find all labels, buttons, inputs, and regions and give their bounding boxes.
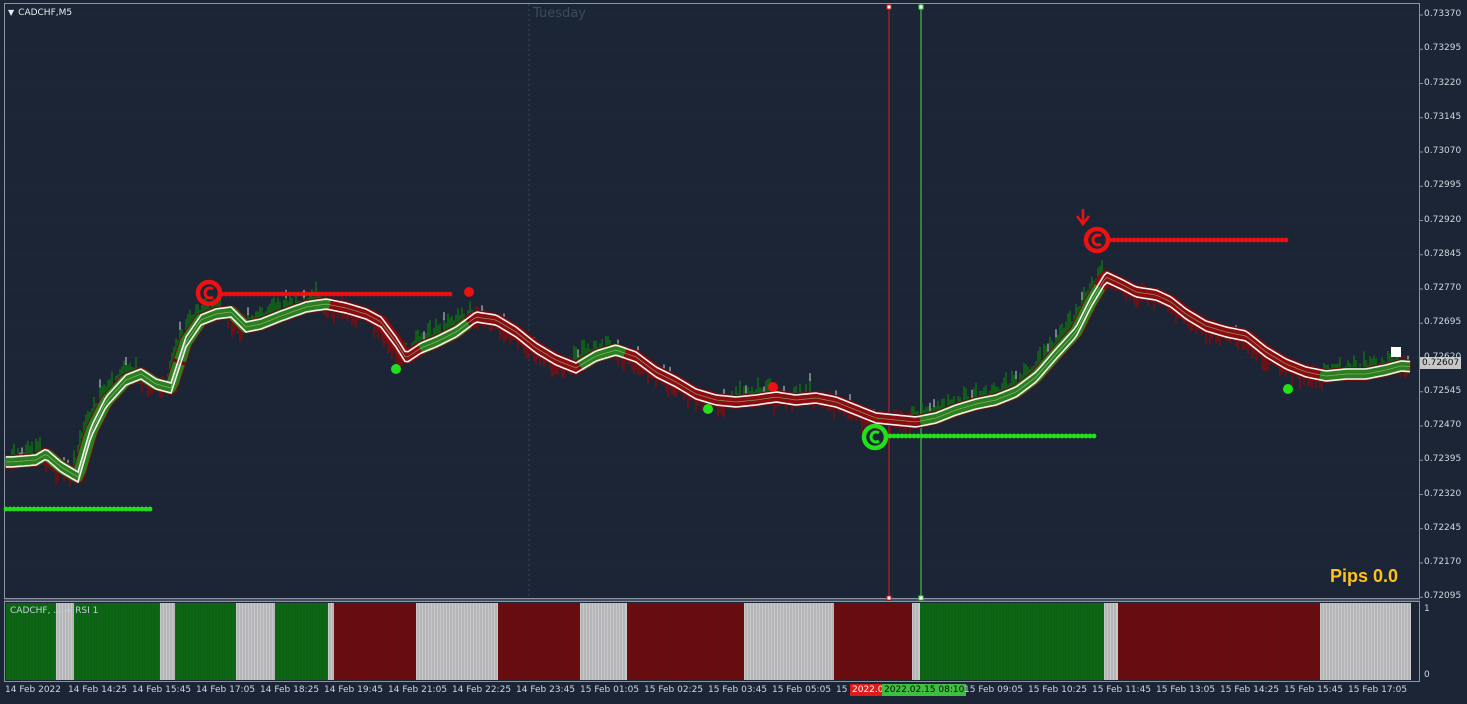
time-label: 15 Feb 01:05 (580, 685, 640, 695)
time-label: 15 Feb 11:45 (1092, 685, 1152, 695)
price-label: 0.72620 (1424, 351, 1462, 362)
rsi-histogram (6, 603, 1411, 680)
price-label: 0.72845 (1424, 248, 1462, 259)
price-label: 0.72320 (1424, 488, 1462, 499)
time-label: 14 Feb 2022 (5, 685, 62, 695)
dropdown-triangle-icon[interactable]: ▼ (8, 8, 14, 17)
histogram-block (920, 603, 1104, 680)
histogram-block (627, 603, 744, 680)
time-label: 15 Feb 02:25 (644, 685, 704, 695)
price-label: 0.73295 (1424, 43, 1462, 54)
cursor-handle-red-top (886, 4, 892, 10)
sell-dot (768, 382, 778, 392)
time-label: 15 Feb 10:25 (1028, 685, 1088, 695)
histogram-fill (627, 603, 744, 680)
price-label: 0.72770 (1424, 283, 1462, 293)
histogram-block (175, 603, 236, 680)
subwindow-title: CADCHF, ... + RSI 1 (10, 606, 99, 616)
cursor-time-green: 2022.02.15 08:10 (882, 684, 967, 696)
buy-dot (703, 404, 713, 414)
price-label: 0.73070 (1424, 146, 1462, 156)
time-label: 14 Feb 17:05 (196, 685, 256, 695)
level-dot (1091, 433, 1097, 439)
support-level-line (3, 506, 153, 512)
sell-dot (464, 287, 474, 297)
subwindow-scale-bottom: 0 (1424, 670, 1430, 680)
histogram-fill (744, 603, 834, 680)
histogram-fill (834, 603, 912, 680)
histogram-block (236, 603, 275, 680)
histogram-block (1104, 603, 1118, 680)
time-label: 15 Feb 03:45 (708, 685, 768, 695)
price-label: 0.72995 (1424, 180, 1462, 191)
subwindow-scale-top: 1 (1424, 604, 1430, 614)
cursor-handle-green-bottom (918, 595, 924, 601)
histogram-fill (1320, 603, 1411, 680)
resistance-level-line (1107, 237, 1289, 243)
histogram-block (498, 603, 580, 680)
pips-counter: Pips 0.0 (1330, 566, 1399, 586)
histogram-fill (580, 603, 627, 680)
price-label: 0.72470 (1424, 420, 1462, 430)
time-label: 15 Feb 05:05 (772, 685, 832, 695)
level-dot (1283, 237, 1289, 243)
cursor-handle-red-bottom (886, 595, 892, 601)
histogram-block (744, 603, 834, 680)
price-label: 0.73145 (1424, 111, 1462, 122)
price-label: 0.72170 (1424, 557, 1462, 567)
time-label: 15 Feb 13:05 (1156, 685, 1216, 695)
time-label: 15 Feb 17:05 (1348, 685, 1408, 695)
time-label: 14 Feb 19:45 (324, 685, 384, 695)
histogram-block (275, 603, 328, 680)
histogram-block (416, 603, 498, 680)
cursor-time-red: 2022.0 (850, 684, 886, 696)
time-label: 14 Feb 15:45 (132, 685, 192, 695)
level-dot (147, 506, 153, 512)
histogram-block (1118, 603, 1320, 680)
price-label: 0.72245 (1424, 522, 1462, 533)
price-label: 0.72545 (1424, 385, 1462, 396)
time-label: 15 (836, 685, 848, 695)
price-chart[interactable] (0, 0, 1467, 704)
buy-dot (1283, 384, 1293, 394)
time-label: 14 Feb 21:05 (388, 685, 448, 695)
price-label: 0.73220 (1424, 77, 1462, 88)
level-dot (447, 291, 453, 297)
day-separator-label: Tuesday (533, 6, 586, 21)
histogram-block (334, 603, 416, 680)
buy-dot (391, 364, 401, 374)
symbol-timeframe-label[interactable]: ▼ CADCHF,M5 (8, 8, 72, 18)
price-label: 0.72095 (1424, 591, 1462, 602)
histogram-block (580, 603, 627, 680)
histogram-fill (236, 603, 275, 680)
histogram-block (834, 603, 912, 680)
time-label: 14 Feb 18:25 (260, 685, 320, 695)
histogram-fill (175, 603, 236, 680)
histogram-block (328, 603, 334, 680)
stop-square-icon (1391, 347, 1401, 357)
mt4-chart-window: ▼ CADCHF,M5 Tuesday Pips 0.0 CADCHF, ... … (0, 0, 1467, 704)
cursor-handle-green-top (918, 4, 924, 10)
time-label: 15 Feb 15:45 (1284, 685, 1344, 695)
price-label: 0.72695 (1424, 317, 1462, 328)
time-label: 14 Feb 22:25 (452, 685, 512, 695)
histogram-fill (912, 603, 920, 680)
histogram-block (160, 603, 175, 680)
price-label: 0.72395 (1424, 454, 1462, 465)
histogram-block (1320, 603, 1411, 680)
time-label: 14 Feb 14:25 (68, 685, 128, 695)
price-label: 0.72920 (1424, 214, 1462, 225)
time-label: 15 Feb 09:05 (964, 685, 1024, 695)
time-label: 14 Feb 23:45 (516, 685, 576, 695)
price-label: 0.73370 (1424, 9, 1462, 19)
histogram-block (912, 603, 920, 680)
time-label: 15 Feb 14:25 (1220, 685, 1280, 695)
